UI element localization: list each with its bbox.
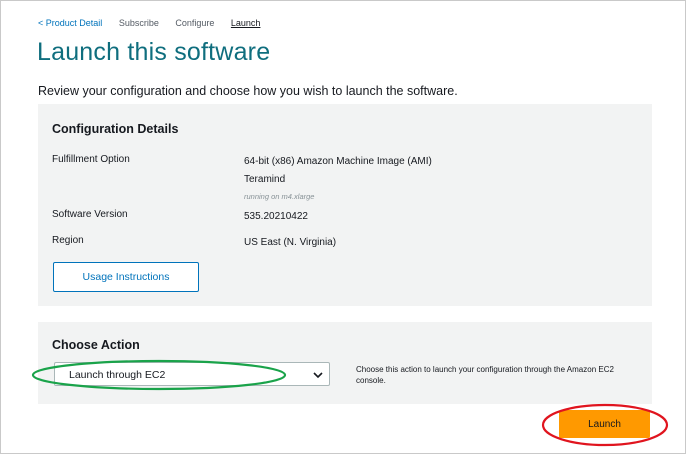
region-label: Region [52, 235, 84, 246]
choose-action-panel: Choose Action Launch through EC2 Choose … [38, 322, 652, 404]
breadcrumb-product-detail[interactable]: < Product Detail [38, 18, 102, 28]
launch-button[interactable]: Launch [559, 410, 650, 438]
action-select-value: Launch through EC2 [69, 369, 166, 381]
configuration-details-panel: Configuration Details Fulfillment Option… [38, 104, 652, 306]
action-select[interactable]: Launch through EC2 [54, 362, 330, 386]
instance-type-note: running on m4.xlarge [244, 192, 315, 201]
choose-action-heading: Choose Action [52, 338, 140, 352]
page-title: Launch this software [37, 38, 271, 66]
breadcrumb-launch[interactable]: Launch [231, 18, 261, 28]
page-subtitle: Review your configuration and choose how… [38, 84, 458, 98]
software-version-value: 535.20210422 [244, 211, 308, 222]
fulfillment-option-label: Fulfillment Option [52, 154, 130, 165]
usage-instructions-button[interactable]: Usage Instructions [53, 262, 199, 292]
breadcrumb: < Product Detail Subscribe Configure Lau… [38, 18, 274, 28]
fulfillment-option-value: 64-bit (x86) Amazon Machine Image (AMI) [244, 156, 432, 167]
action-help-text: Choose this action to launch your config… [356, 365, 614, 385]
chevron-down-icon [313, 372, 323, 379]
product-name: Teramind [244, 174, 286, 185]
configuration-details-heading: Configuration Details [52, 122, 179, 136]
breadcrumb-configure[interactable]: Configure [175, 18, 214, 28]
breadcrumb-subscribe[interactable]: Subscribe [119, 18, 159, 28]
software-version-label: Software Version [52, 209, 128, 220]
region-value: US East (N. Virginia) [244, 237, 337, 248]
